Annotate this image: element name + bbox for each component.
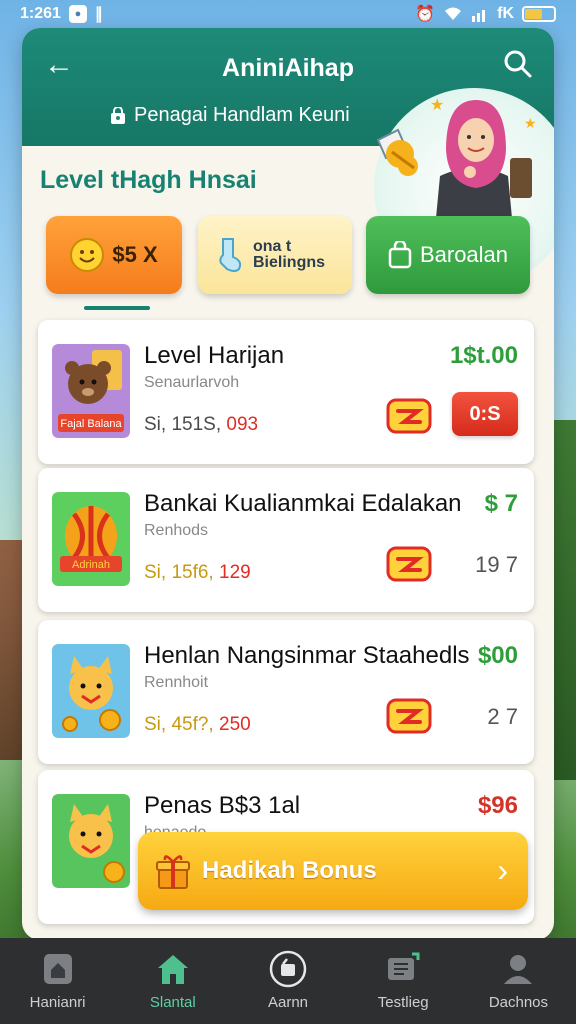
svg-text:Fajal Balana: Fajal Balana bbox=[60, 418, 122, 430]
chat-icon bbox=[388, 952, 420, 980]
flash-action-icon[interactable] bbox=[386, 546, 432, 582]
app-window: ← AniniAihap Penagai Handlam Keuni ★ ★ L… bbox=[22, 28, 554, 940]
wifi-icon bbox=[445, 7, 462, 20]
header-subtitle: Penagai Handlam Keuni bbox=[110, 104, 350, 127]
tab-baroalan[interactable]: Baroalan bbox=[366, 216, 530, 294]
item-price: $96 bbox=[477, 792, 518, 819]
item-stat-prefix: Si, 15f6, bbox=[144, 562, 214, 583]
cat-thumbnail-icon bbox=[52, 644, 130, 738]
subtitle-text: Penagai Handlam Keuni bbox=[134, 104, 350, 126]
chevron-right-icon: › bbox=[497, 852, 508, 888]
bottom-navigation: Hanianri Slantal Aarnn Testlieg Dachnos bbox=[0, 938, 576, 1024]
nav-item-aarnn[interactable]: Aarnn bbox=[230, 938, 345, 1024]
tab-bielingns[interactable]: ona t Bielingns bbox=[198, 216, 352, 294]
item-count: 2 7 bbox=[487, 704, 518, 729]
circle-user-icon bbox=[269, 950, 307, 988]
network-label: fK bbox=[497, 5, 514, 22]
item-subtitle: Senaurlarvoh bbox=[144, 374, 240, 391]
item-price: 1$t.00 bbox=[449, 342, 518, 369]
item-subtitle: Rennhoit bbox=[144, 674, 209, 691]
nav-label: Aarnn bbox=[267, 994, 309, 1011]
shopping-bag-icon bbox=[388, 241, 412, 269]
nav-label: Testlieg bbox=[377, 994, 429, 1011]
list-item[interactable]: Fajal Balana Level Harijan Senaurlarvoh … bbox=[38, 320, 534, 464]
active-tab-indicator bbox=[84, 306, 150, 310]
item-title: Henlan Nangsinmar Staahedls bbox=[144, 642, 470, 669]
nav-item-dachnos[interactable]: Dachnos bbox=[461, 938, 576, 1024]
home-icon bbox=[43, 954, 72, 984]
app-notification-icon: ● bbox=[68, 5, 87, 23]
svg-text:Adrinah: Adrinah bbox=[72, 559, 110, 571]
svg-text:★: ★ bbox=[430, 97, 444, 114]
section-title: Level tHagh Hnsai bbox=[40, 166, 257, 194]
bonus-button-label: Hadikah Bonus bbox=[202, 857, 377, 884]
link-icon: ∥ bbox=[94, 6, 103, 23]
tab-price[interactable]: $5 X bbox=[46, 216, 182, 294]
nav-label: Slantal bbox=[149, 994, 196, 1011]
bonus-button[interactable]: Hadikah Bonus › bbox=[138, 832, 528, 910]
item-subtitle: Renhods bbox=[144, 522, 209, 539]
item-stat-prefix: Si, 45f?, bbox=[144, 714, 214, 735]
status-bar: 1:261 ● ∥ ⏰ fK bbox=[0, 0, 576, 28]
item-stat: Si, 45f?, 250 bbox=[144, 714, 251, 736]
flash-action-icon[interactable] bbox=[386, 398, 432, 434]
bear-thumbnail-icon: Fajal Balana bbox=[52, 344, 130, 438]
cat-thumbnail-icon bbox=[52, 794, 130, 888]
item-action-badge[interactable]: 0:S bbox=[452, 392, 518, 436]
item-price: $ 7 bbox=[484, 490, 518, 517]
smiley-coin-icon bbox=[70, 238, 105, 272]
item-stat-value: 093 bbox=[226, 414, 259, 435]
item-title: Bankai Kualianmkai Edalakan bbox=[144, 490, 462, 517]
page-title: AniniAihap bbox=[222, 54, 354, 82]
nav-item-testlieg[interactable]: Testlieg bbox=[346, 938, 461, 1024]
flash-action-icon[interactable] bbox=[386, 698, 432, 734]
nav-item-home[interactable]: Hanianri bbox=[0, 938, 115, 1024]
tab-bielingns-label: ona t Bielingns bbox=[253, 238, 326, 271]
profile-icon bbox=[504, 955, 533, 984]
status-time: 1:261 bbox=[20, 5, 61, 22]
item-title: Level Harijan bbox=[144, 342, 285, 369]
nav-label: Hanianri bbox=[29, 994, 86, 1011]
item-stat-value: 129 bbox=[219, 562, 251, 583]
list-item[interactable]: Adrinah Bankai Kualianmkai Edalakan Renh… bbox=[38, 468, 534, 612]
alarm-icon: ⏰ bbox=[415, 6, 436, 23]
mascot-illustration: ★ ★ bbox=[376, 97, 537, 218]
bag-icon bbox=[111, 106, 125, 124]
item-price: $00 bbox=[477, 642, 518, 669]
battery-icon bbox=[522, 6, 556, 22]
lantern-thumbnail-icon: Adrinah bbox=[52, 492, 130, 586]
item-stat-value: 250 bbox=[219, 714, 251, 735]
gift-icon bbox=[156, 855, 190, 889]
nav-item-slantal[interactable]: Slantal bbox=[115, 938, 230, 1024]
signal-icon bbox=[472, 10, 486, 22]
item-stat: Si, 151S, 093 bbox=[144, 414, 258, 436]
item-stat-prefix: Si, 151S, bbox=[144, 414, 222, 435]
svg-text:★: ★ bbox=[524, 115, 537, 131]
item-title: Penas B$3 1al bbox=[144, 792, 301, 819]
house-icon bbox=[157, 955, 188, 984]
tab-baroalan-label: Baroalan bbox=[419, 242, 509, 267]
nav-label: Dachnos bbox=[488, 994, 549, 1011]
list-item[interactable]: Henlan Nangsinmar Staahedls Rennhoit Si,… bbox=[38, 620, 534, 764]
search-icon[interactable] bbox=[502, 48, 534, 80]
item-stat: Si, 15f6, 129 bbox=[144, 562, 251, 584]
item-count: 19 7 bbox=[475, 552, 518, 577]
tab-price-label: $5 X bbox=[112, 242, 158, 267]
sock-icon bbox=[219, 238, 242, 272]
